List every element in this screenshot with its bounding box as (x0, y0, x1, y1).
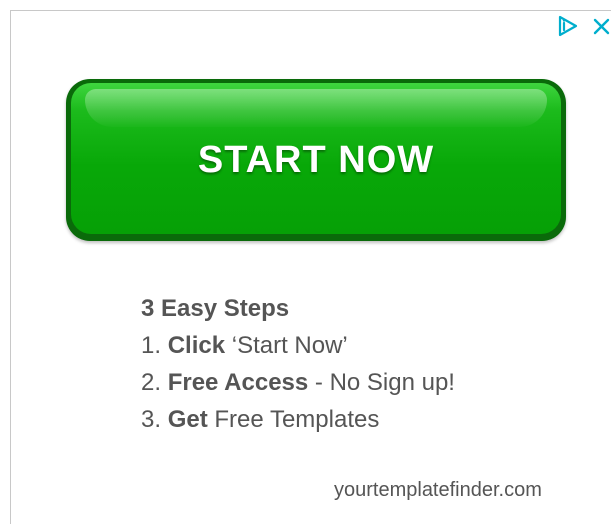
step-text: Free Templates (207, 406, 380, 433)
step-number: 3. (141, 406, 162, 433)
step-text: - No Sign up! (308, 369, 455, 396)
steps-heading: 3 Easy Steps (141, 295, 290, 322)
adchoices-icon[interactable] (556, 14, 580, 38)
advertiser-domain[interactable]: yourtemplatefinder.com (334, 479, 542, 502)
start-now-label[interactable]: START NOW (71, 139, 561, 182)
step-bold-text: Get (167, 406, 208, 433)
step-item: 2. Free Access - No Sign up! (141, 364, 455, 401)
step-bold-text: Free Access (167, 369, 309, 396)
step-number: 2. (141, 369, 162, 396)
step-bold-text: Click (167, 332, 226, 359)
start-now-button[interactable]: START NOW (66, 79, 566, 241)
start-now-button-face[interactable]: START NOW (71, 83, 561, 234)
step-text: ‘Start Now’ (225, 332, 348, 359)
step-item: 3. Get Free Templates (141, 401, 455, 438)
step-number: 1. (141, 332, 162, 359)
steps-list: 3 Easy Steps 1. Click ‘Start Now’ 2. Fre… (141, 290, 455, 438)
close-icon[interactable] (592, 14, 611, 38)
step-item: 1. Click ‘Start Now’ (141, 327, 455, 364)
